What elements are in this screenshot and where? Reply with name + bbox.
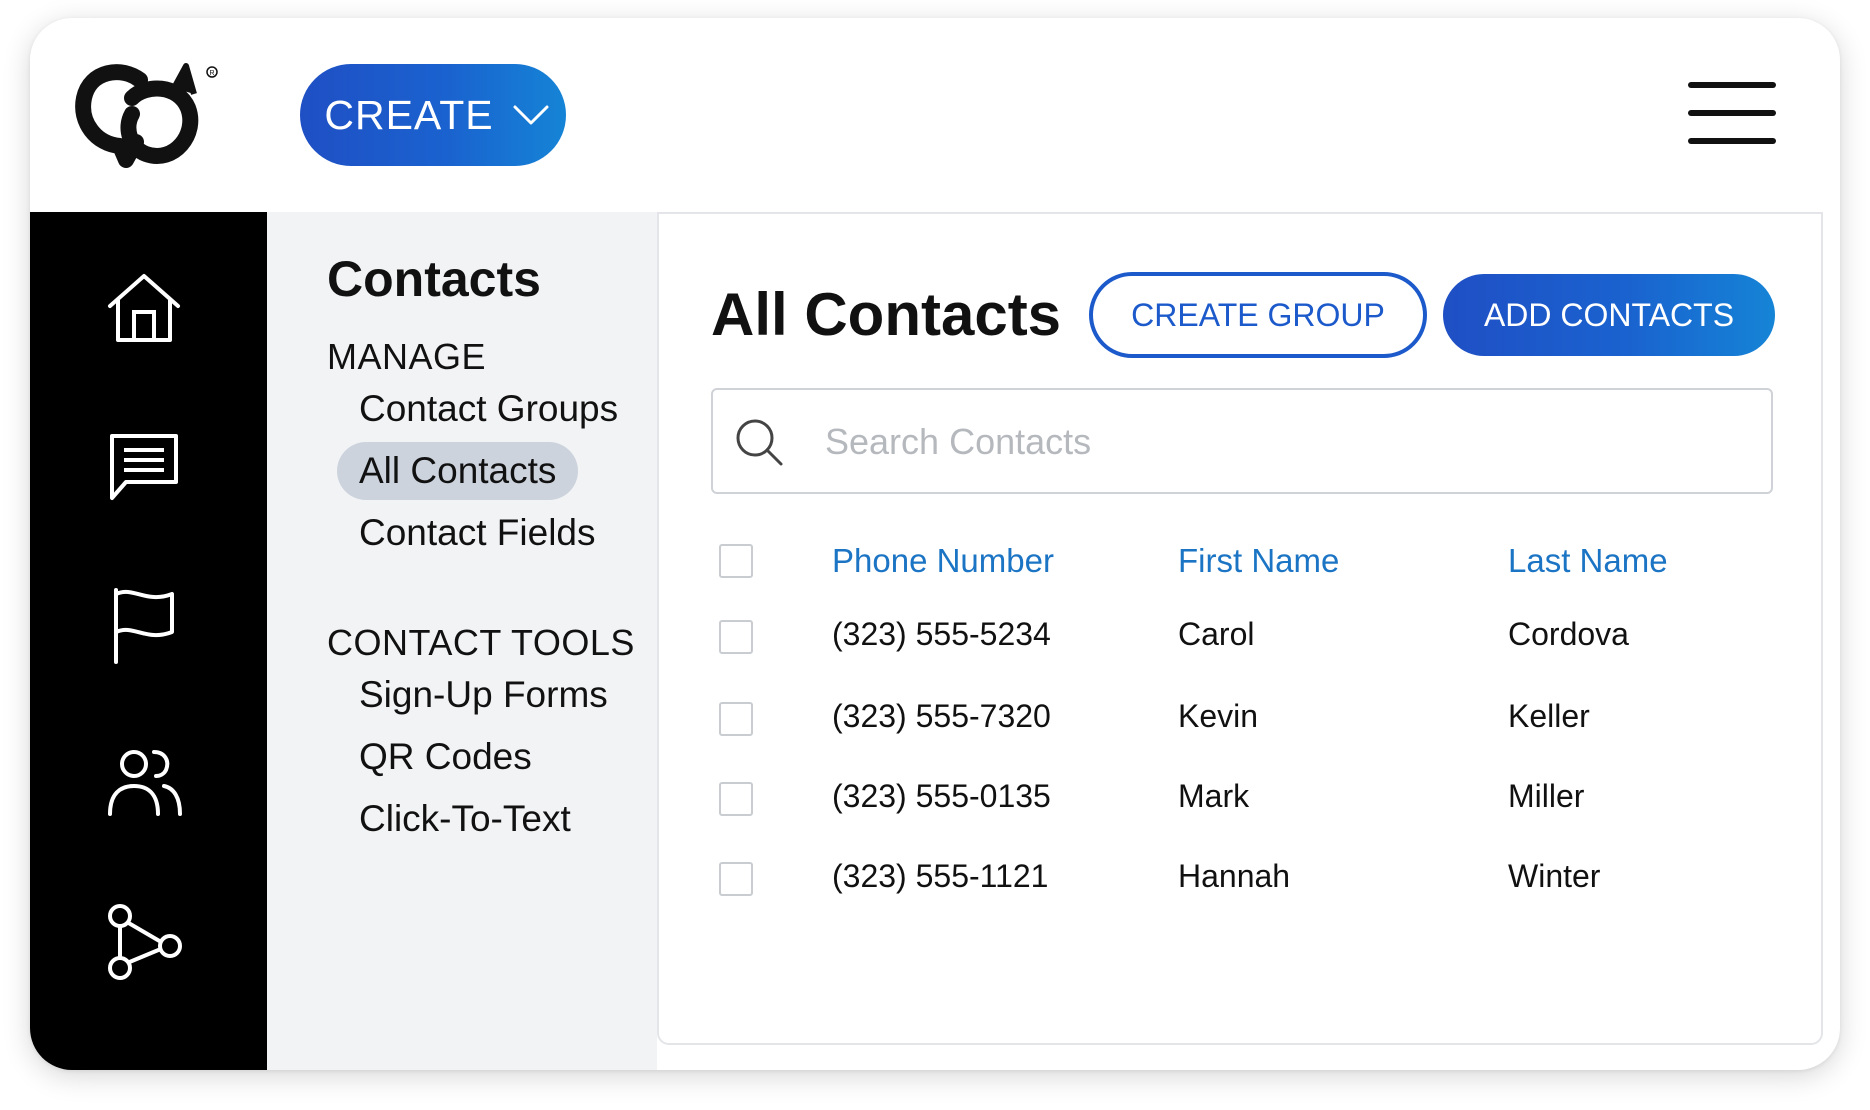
search-input[interactable] [823,410,1727,474]
flag-icon[interactable] [104,584,184,664]
home-icon[interactable] [104,268,184,348]
nav-item-contact-fields[interactable]: Contact Fields [337,504,618,562]
app-window: R CREATE Contacts MANAGE Contact Groups … [30,18,1840,1070]
contacts-subnav: Contacts MANAGE Contact Groups All Conta… [267,212,657,1070]
column-header-phone[interactable]: Phone Number [832,542,1054,580]
contact-tools-heading: CONTACT TOOLS [327,622,635,663]
cell-last-name: Winter [1508,858,1601,894]
cell-first-name: Carol [1178,616,1255,652]
manage-heading: MANAGE [327,336,487,377]
contacts-icon[interactable] [104,742,184,822]
cell-phone: (323) 555-7320 [832,698,1051,734]
brand-logo-icon[interactable]: R [70,58,220,178]
integrations-icon[interactable] [104,900,184,980]
cell-phone: (323) 555-5234 [832,616,1051,652]
nav-item-qr-codes[interactable]: QR Codes [337,728,554,786]
cell-last-name: Miller [1508,778,1585,814]
nav-item-click-to-text[interactable]: Click-To-Text [337,790,593,848]
nav-item-all-contacts[interactable]: All Contacts [337,442,579,500]
row-checkbox[interactable] [719,782,753,816]
contacts-panel: All Contacts CREATE GROUP ADD CONTACTS P… [657,212,1823,1045]
row-checkbox[interactable] [719,862,753,896]
cell-first-name: Hannah [1178,858,1291,894]
page-title: All Contacts [711,281,1062,348]
nav-item-contact-groups[interactable]: Contact Groups [337,380,640,438]
column-header-last-name[interactable]: Last Name [1508,542,1668,580]
hamburger-menu-icon[interactable] [1688,82,1776,146]
svg-text:R: R [210,70,215,77]
select-all-checkbox[interactable] [719,544,753,578]
message-icon[interactable] [104,426,184,506]
nav-item-sign-up-forms[interactable]: Sign-Up Forms [337,666,630,724]
search-box[interactable] [711,388,1773,494]
create-dropdown-button[interactable]: CREATE [300,64,566,166]
search-icon [736,419,783,466]
cell-phone: (323) 555-0135 [832,778,1051,814]
column-header-first-name[interactable]: First Name [1178,542,1339,580]
row-checkbox[interactable] [719,620,753,654]
subnav-title: Contacts [327,251,541,307]
cell-phone: (323) 555-1121 [832,858,1049,894]
create-button-label: CREATE [324,91,494,138]
cell-first-name: Mark [1178,778,1250,814]
chevron-down-icon [513,105,549,125]
cell-last-name: Cordova [1508,616,1629,652]
add-contacts-button[interactable]: ADD CONTACTS [1443,274,1775,356]
cell-last-name: Keller [1508,698,1590,734]
create-group-button[interactable]: CREATE GROUP [1089,272,1427,358]
row-checkbox[interactable] [719,702,753,736]
cell-first-name: Kevin [1178,698,1259,734]
icon-rail [30,212,267,1070]
